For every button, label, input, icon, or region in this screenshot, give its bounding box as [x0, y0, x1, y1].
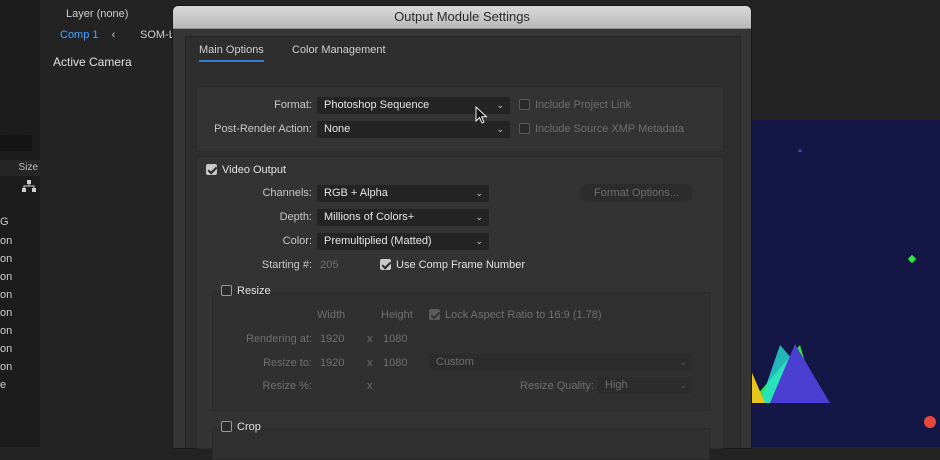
rendering-height: 1080	[383, 333, 408, 345]
height-header: Height	[381, 309, 413, 321]
project-row[interactable]: on	[0, 271, 40, 283]
project-row[interactable]: on	[0, 289, 40, 301]
rendering-at-label: Rendering at:	[245, 333, 312, 345]
resize-to-label: Resize to:	[263, 357, 312, 369]
video-output-label: Video Output	[222, 164, 287, 176]
channels-dropdown[interactable]: RGB + Alpha ⌄	[317, 185, 489, 202]
lock-aspect-checkbox[interactable]	[429, 309, 440, 320]
width-header: Width	[317, 309, 346, 321]
starting-number-value[interactable]: 205	[320, 259, 338, 271]
chevron-down-icon: ⌄	[475, 236, 483, 246]
project-row[interactable]: e	[0, 379, 40, 391]
include-xmp-checkbox[interactable]	[519, 123, 530, 134]
starting-number-label: Starting #:	[261, 259, 312, 271]
color-label: Color:	[282, 235, 312, 247]
chevron-down-icon: ⌄	[475, 188, 483, 198]
crop-section	[212, 428, 710, 460]
resize-percent-x: x	[367, 380, 373, 392]
comp-tab[interactable]: Comp 1 ‹	[60, 29, 115, 41]
resize-percent-label: Resize %:	[262, 380, 312, 392]
size-column-label: Size	[18, 162, 38, 173]
comp-tab-next[interactable]: SOM-L	[140, 29, 175, 41]
resize-height[interactable]: 1080	[383, 357, 407, 369]
project-row[interactable]: on	[0, 343, 40, 355]
rendering-width: 1920	[320, 333, 345, 345]
resize-checkbox[interactable]	[221, 285, 232, 296]
lock-aspect-label: Lock Aspect Ratio to 16:9 (1.78)	[445, 309, 602, 321]
canvas-shapes	[750, 148, 936, 428]
video-output-checkbox[interactable]	[206, 164, 217, 175]
mouse-cursor-icon	[475, 106, 488, 124]
resize-width[interactable]: 1920	[320, 357, 344, 369]
project-search-input[interactable]	[0, 135, 32, 151]
chevron-down-icon: ⌄	[496, 124, 504, 134]
tab-color-management[interactable]: Color Management	[292, 44, 386, 56]
resize-preset-dropdown[interactable]: Custom ⌄	[429, 354, 693, 371]
project-row[interactable]: on	[0, 253, 40, 265]
format-label: Format:	[274, 99, 312, 111]
chevron-down-icon: ⌄	[679, 357, 687, 367]
project-row[interactable]: on	[0, 325, 40, 337]
network-icon[interactable]	[22, 180, 36, 192]
crop-label: Crop	[237, 421, 261, 433]
post-render-label: Post-Render Action:	[214, 123, 312, 135]
format-section	[196, 86, 724, 152]
project-row[interactable]: on	[0, 307, 40, 319]
chevron-down-icon: ⌄	[496, 100, 504, 110]
rendering-x: x	[367, 333, 373, 345]
channels-label: Channels:	[262, 187, 312, 199]
include-xmp-label: Include Source XMP Metadata	[535, 123, 684, 135]
resize-quality-label: Resize Quality:	[520, 380, 594, 392]
format-options-button[interactable]: Format Options...	[580, 184, 693, 202]
include-project-link-label: Include Project Link	[535, 99, 631, 111]
tab-main-options[interactable]: Main Options	[199, 44, 264, 62]
resize-label: Resize	[237, 285, 271, 297]
depth-label: Depth:	[279, 211, 312, 223]
active-camera-label: Active Camera	[53, 55, 132, 69]
resize-quality-dropdown[interactable]: High ⌄	[598, 377, 693, 394]
project-row[interactable]: G	[0, 216, 40, 228]
project-row[interactable]: on	[0, 361, 40, 373]
crop-checkbox[interactable]	[221, 421, 232, 432]
use-comp-frame-label: Use Comp Frame Number	[396, 259, 525, 271]
depth-dropdown[interactable]: Millions of Colors+ ⌄	[317, 209, 489, 226]
include-project-link-checkbox[interactable]	[519, 99, 530, 110]
resize-x: x	[367, 357, 373, 369]
project-column-header[interactable]: Size	[0, 160, 40, 176]
chevron-down-icon: ⌄	[679, 380, 687, 390]
layer-panel-label: Layer (none)	[66, 8, 129, 20]
color-dropdown[interactable]: Premultiplied (Matted) ⌄	[317, 233, 489, 250]
dialog-title: Output Module Settings	[394, 9, 530, 24]
use-comp-frame-checkbox[interactable]	[380, 259, 391, 270]
chevron-down-icon: ⌄	[475, 212, 483, 222]
dialog-titlebar[interactable]: Output Module Settings	[173, 6, 751, 29]
project-row[interactable]: on	[0, 235, 40, 247]
